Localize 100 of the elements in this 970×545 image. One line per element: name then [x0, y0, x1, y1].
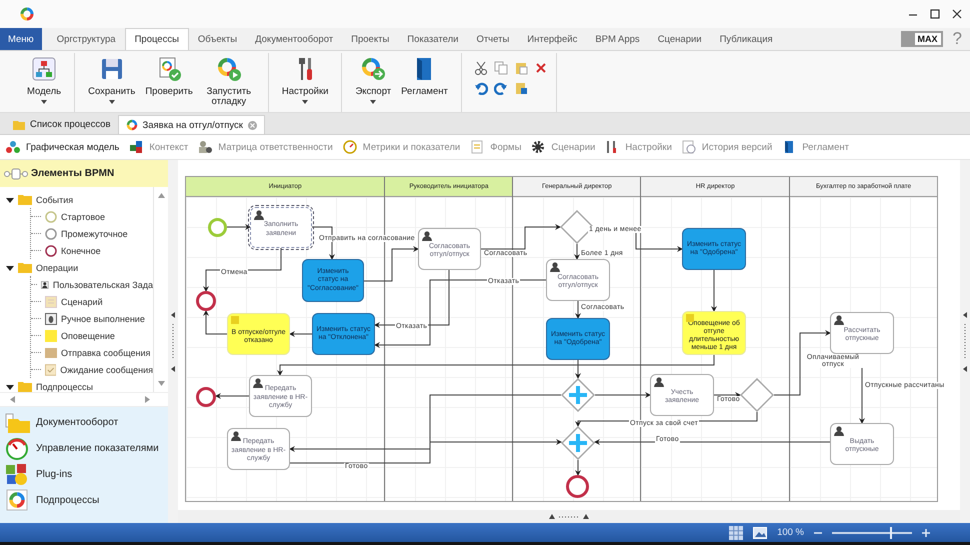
end-event[interactable] [196, 291, 216, 311]
folder-icon [13, 119, 25, 130]
delete-icon[interactable] [534, 61, 548, 75]
ribbon-button[interactable]: Настройки [276, 53, 334, 112]
slider-thumb[interactable] [890, 526, 892, 538]
ribbon-tab[interactable]: BPM Apps [586, 28, 649, 50]
ribbon-button[interactable]: Экспорт [350, 53, 396, 112]
connector-arrow [714, 392, 741, 398]
scroll-down-icon[interactable] [158, 381, 164, 386]
ribbon-tab[interactable]: Сценарии [648, 28, 711, 50]
ribbon-tab[interactable]: Отчеты [467, 28, 518, 50]
view-tab[interactable]: Графическая модель [6, 140, 120, 154]
document-tab[interactable]: Заявка на отгул/отпуск [118, 115, 265, 134]
menu-button[interactable]: Меню [0, 28, 42, 50]
ribbon-tab[interactable]: Объекты [188, 28, 246, 50]
scroll-right-icon[interactable] [145, 396, 150, 403]
model-icon [30, 55, 58, 83]
expander-icon[interactable] [6, 196, 14, 204]
zoom-level: 100 % [777, 527, 804, 538]
end-event[interactable] [566, 475, 589, 498]
close-icon[interactable] [952, 9, 962, 19]
splitter-handle-icon[interactable] [171, 312, 175, 372]
cubes-icon [129, 140, 144, 154]
nav-item[interactable]: Подпроцессы [0, 487, 168, 513]
person-icon [550, 262, 560, 272]
ribbon-tab[interactable]: Проекты [342, 28, 398, 50]
scroll-up-icon[interactable] [158, 193, 164, 198]
tree-item[interactable]: Ожидание сообщения [60, 364, 153, 374]
view-tab[interactable]: Сценарии [531, 140, 596, 154]
start-event[interactable] [208, 218, 227, 237]
connector-arrow [594, 392, 651, 398]
view-tab[interactable]: Формы [470, 140, 522, 154]
nav-item[interactable]: Управление показателями [0, 435, 168, 461]
undo-icon[interactable] [474, 81, 488, 95]
view-tab[interactable]: Контекст [129, 140, 188, 154]
nav-item[interactable]: Документооборот [0, 409, 168, 435]
view-tab[interactable]: Регламент [782, 140, 849, 154]
ribbon-tab[interactable]: Документооборот [246, 28, 342, 50]
ribbon-tab[interactable]: Интерфейс [518, 28, 586, 50]
circle-icon [45, 244, 57, 256]
tree-item[interactable]: Стартовое [61, 212, 106, 222]
person-icon [834, 315, 844, 325]
end-event[interactable] [196, 387, 216, 407]
person-icon [253, 378, 263, 388]
tree-item[interactable]: Сценарий [61, 296, 103, 306]
connector-arrow [575, 300, 581, 319]
maximize-icon[interactable] [930, 9, 940, 19]
splitter-handle-icon[interactable] [963, 312, 967, 372]
connector-arrow [711, 270, 717, 312]
tree-item[interactable]: Подпроцессы [36, 382, 93, 392]
grid-icon[interactable] [729, 526, 744, 540]
tree-item[interactable]: Ручное выполнение [61, 314, 145, 324]
circle-icon [45, 228, 57, 240]
fit-icon[interactable] [753, 526, 768, 538]
ribbon-button[interactable]: Регламент [396, 53, 453, 112]
ring-icon [4, 487, 30, 513]
ribbon-button[interactable]: Проверить [140, 53, 198, 112]
ribbon-tab[interactable]: Показатели [398, 28, 468, 50]
tree-item[interactable]: Промежуточное [61, 228, 128, 238]
tree-item[interactable]: События [36, 194, 74, 204]
person-icon [834, 426, 844, 436]
tree-item[interactable]: Оповещение [61, 330, 115, 340]
gauge-icon [4, 435, 30, 461]
ring-icon [126, 119, 138, 131]
document-tab[interactable]: Список процессов [6, 115, 118, 134]
ribbon-tab[interactable]: Оргструктура [48, 28, 125, 50]
app-logo [20, 7, 34, 21]
splitter-handle-icon[interactable] [549, 514, 589, 519]
tree-item[interactable]: Операции [36, 262, 78, 272]
connector-arrow [226, 224, 251, 230]
ribbon-button[interactable]: Сохранить [83, 53, 140, 112]
person-icon [254, 210, 264, 220]
folder-icon [18, 194, 32, 205]
nav-item[interactable]: Plug-ins [0, 461, 168, 487]
cut-icon[interactable] [474, 61, 488, 75]
puzzle-icon [4, 461, 30, 487]
redo-icon[interactable] [494, 81, 508, 95]
connector-arrow [289, 331, 312, 337]
view-tab[interactable]: Настройки [605, 140, 672, 154]
tree-item[interactable]: Конечное [61, 246, 101, 256]
view-tab[interactable]: История версий [682, 140, 772, 154]
ribbon-tab[interactable]: Публикация [710, 28, 782, 50]
folder-icon [18, 262, 32, 273]
view-tab[interactable]: Матрица ответственности [198, 140, 333, 154]
zoom-in-icon[interactable] [922, 528, 930, 536]
view-tab[interactable]: Метрики и показатели [342, 140, 460, 154]
ribbon-tab[interactable]: Процессы [124, 28, 189, 50]
ribbon-button[interactable]: Модель [22, 53, 66, 112]
person-icon [422, 231, 432, 241]
expander-icon[interactable] [6, 382, 14, 390]
tree-item[interactable]: Пользовательская Зада [52, 280, 153, 290]
expander-icon[interactable] [6, 264, 14, 272]
max-button[interactable]: MAX [900, 31, 943, 47]
note-icon [45, 330, 57, 342]
paste-special-icon[interactable] [514, 81, 528, 95]
scroll-left-icon[interactable] [10, 396, 15, 403]
ribbon-button[interactable]: Запустить отладку [198, 53, 260, 112]
tree-item[interactable]: Отправка сообщения [61, 348, 150, 358]
connector-arrow [203, 310, 228, 334]
person-icon [41, 278, 49, 290]
